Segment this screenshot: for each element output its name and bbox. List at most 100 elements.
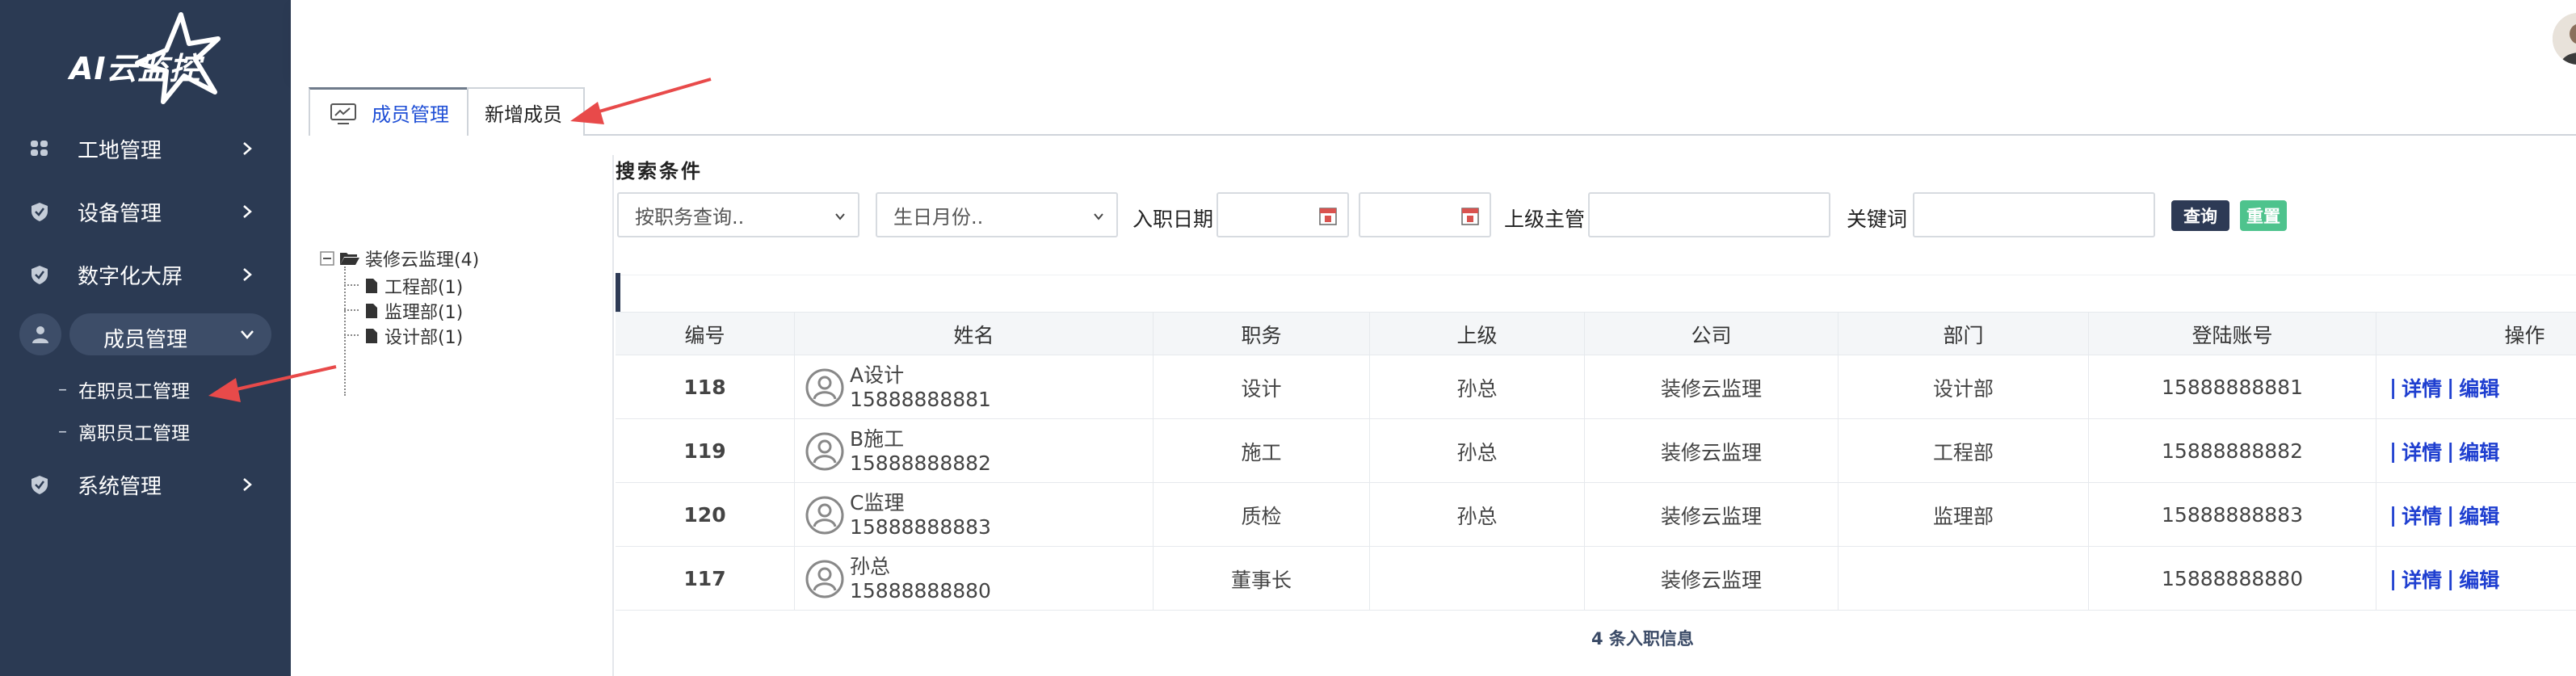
cell-position: 质检 [1154, 483, 1370, 547]
cell-company: 装修云监理 [1585, 419, 1838, 483]
sidebar-item-members[interactable]: 成员管理 [16, 310, 275, 359]
column-header-superior[interactable]: 上级 [1370, 313, 1585, 356]
sidebar-item-site[interactable]: 工地管理 [0, 123, 291, 174]
name-wrap: C监理 15888888883 [805, 491, 991, 540]
column-header-id[interactable]: 编号 [616, 313, 795, 356]
member-name: C监理 [850, 490, 905, 514]
shield-icon [32, 266, 48, 284]
detail-link[interactable]: 详情 [2402, 437, 2442, 466]
cell-company: 装修云监理 [1585, 483, 1838, 547]
star-logo-icon [135, 12, 221, 104]
query-button[interactable]: 查询 [2171, 200, 2229, 231]
birth-month-select[interactable]: 生日月份.. [876, 192, 1118, 237]
edit-link[interactable]: 编辑 [2459, 501, 2499, 530]
op-separator: | [2447, 439, 2455, 463]
tree-node-label: 监理部(1) [385, 303, 464, 323]
cell-account: 15888888881 [2089, 355, 2376, 419]
name-wrap: B施工 15888888882 [805, 427, 991, 476]
document-icon [366, 279, 377, 293]
collapse-box-icon[interactable] [320, 251, 334, 266]
tree-node-label: 设计部(1) [385, 328, 464, 348]
sidebar-subitem-former-staff[interactable]: – 离职员工管理 [58, 415, 190, 447]
cell-id: 118 [616, 355, 795, 419]
tree-root-label: 装修云监理(4) [365, 250, 480, 271]
tree-node-design[interactable]: 设计部(1) [365, 323, 463, 349]
edit-link[interactable]: 编辑 [2459, 437, 2499, 466]
shield-icon [32, 476, 48, 494]
sidebar-subitem-label: 在职员工管理 [78, 381, 190, 402]
dash-icon: – [58, 421, 67, 442]
tree-connector [344, 267, 346, 396]
cell-name: 孙总 15888888880 [795, 547, 1154, 611]
table-row[interactable]: 117 孙总 15888888880 董事长 装修云监理 15888888880… [616, 547, 2576, 611]
sidebar: AI云监控 工地管理 设备管理 数字化大屏 成员管理 – 在职员工管理 – 离职… [0, 0, 291, 676]
edit-link[interactable]: 编辑 [2459, 373, 2499, 402]
cell-id: 119 [616, 419, 795, 483]
keyword-input[interactable] [1913, 192, 2155, 237]
members-icon-bg [19, 313, 61, 355]
member-name: 孙总 [850, 554, 891, 578]
calendar-icon[interactable] [1460, 205, 1480, 226]
avatar-icon [805, 432, 844, 470]
column-header-position[interactable]: 职务 [1154, 313, 1370, 356]
keyword-label: 关键词 [1847, 208, 1908, 231]
name-wrap: 孙总 15888888880 [805, 555, 991, 603]
table-row[interactable]: 120 C监理 15888888883 质检 孙总 装修云监理 监理部 1588… [616, 483, 2576, 547]
hire-date-from-input[interactable] [1217, 192, 1349, 237]
cell-actions: | 详情 | 编辑 [2376, 355, 2576, 419]
tab-label: 成员管理 [372, 103, 449, 126]
detail-link[interactable]: 详情 [2402, 373, 2442, 402]
tree-connector [344, 309, 359, 311]
sidebar-item-label: 系统管理 [78, 474, 162, 499]
cell-superior: 孙总 [1370, 355, 1585, 419]
user-icon [32, 326, 48, 343]
calendar-icon[interactable] [1318, 205, 1338, 226]
top-bar [291, 0, 2576, 78]
sidebar-item-system[interactable]: 系统管理 [0, 459, 291, 510]
tab-label: 新增成员 [485, 103, 562, 126]
reset-button[interactable]: 重置 [2240, 200, 2287, 231]
tree-node-engineering[interactable]: 工程部(1) [365, 273, 463, 299]
sidebar-subitem-active-staff[interactable]: – 在职员工管理 [58, 373, 190, 405]
tab-members[interactable]: 成员管理 [309, 87, 469, 136]
op-separator: | [2447, 376, 2455, 399]
op-separator: | [2389, 567, 2397, 590]
hire-date-to-input[interactable] [1359, 192, 1491, 237]
column-header-account[interactable]: 登陆账号 [2089, 313, 2376, 356]
table-row[interactable]: 118 A设计 15888888881 设计 孙总 装修云监理 设计部 1588… [616, 355, 2576, 419]
cell-account: 15888888882 [2089, 419, 2376, 483]
column-header-department[interactable]: 部门 [1838, 313, 2089, 356]
sidebar-item-device[interactable]: 设备管理 [0, 186, 291, 237]
op-separator: | [2389, 503, 2397, 527]
chevron-down-icon [1094, 213, 1103, 220]
supervisor-input[interactable] [1588, 192, 1830, 237]
cell-company: 装修云监理 [1585, 355, 1838, 419]
member-phone: 15888888882 [850, 451, 991, 475]
grid-icon [31, 141, 48, 156]
column-header-actions-label: 操作 [2504, 324, 2545, 347]
position-select[interactable]: 按职务查询.. [617, 192, 859, 237]
birth-month-select-value: 生日月份.. [893, 205, 984, 229]
detail-link[interactable]: 详情 [2402, 501, 2442, 530]
tree-node-supervision[interactable]: 监理部(1) [365, 298, 463, 324]
name-text: A设计 15888888881 [850, 363, 991, 412]
column-header-company[interactable]: 公司 [1585, 313, 1838, 356]
cell-name: B施工 15888888882 [795, 419, 1154, 483]
detail-link[interactable]: 详情 [2402, 565, 2442, 594]
name-text: 孙总 15888888880 [850, 555, 991, 603]
sidebar-item-label: 设备管理 [78, 201, 162, 226]
op-separator: | [2389, 439, 2397, 463]
cell-superior: 孙总 [1370, 483, 1585, 547]
cell-department: 工程部 [1838, 419, 2089, 483]
column-header-name[interactable]: 姓名 [795, 313, 1154, 356]
cell-department: 监理部 [1838, 483, 2089, 547]
sidebar-item-label: 成员管理 [103, 328, 188, 352]
table-row[interactable]: 119 B施工 15888888882 施工 孙总 装修云监理 工程部 1588… [616, 419, 2576, 483]
chevron-right-icon [243, 268, 252, 281]
sidebar-item-dashboard[interactable]: 数字化大屏 [0, 249, 291, 300]
main-content: 成员管理 新增成员 装修云监理(4) 工程部(1) 监理部(1) 设计部(1) … [291, 78, 2576, 676]
edit-link[interactable]: 编辑 [2459, 565, 2499, 594]
cell-id: 120 [616, 483, 795, 547]
dash-icon: – [58, 379, 67, 400]
member-phone: 15888888880 [850, 578, 991, 603]
